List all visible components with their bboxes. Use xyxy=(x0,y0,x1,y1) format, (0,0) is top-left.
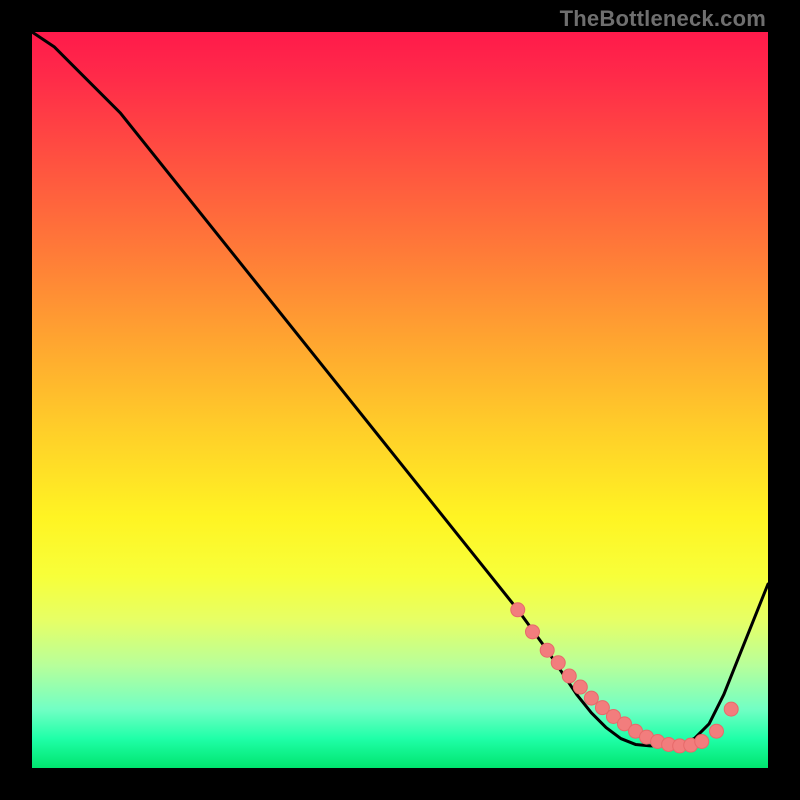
highlight-marker xyxy=(709,724,723,738)
plot-area xyxy=(32,32,768,768)
curve-layer xyxy=(32,32,768,768)
highlight-marker xyxy=(540,643,554,657)
highlight-marker xyxy=(573,680,587,694)
highlight-marker xyxy=(724,702,738,716)
watermark-label: TheBottleneck.com xyxy=(560,6,766,32)
highlight-marker xyxy=(511,603,525,617)
highlight-marker xyxy=(695,735,709,749)
highlight-marker xyxy=(584,691,598,705)
highlight-marker xyxy=(562,669,576,683)
bottleneck-curve-path xyxy=(32,32,768,746)
highlight-marker xyxy=(525,625,539,639)
bottleneck-curve xyxy=(32,32,768,746)
chart-frame: TheBottleneck.com xyxy=(0,0,800,800)
highlight-marker xyxy=(551,656,565,670)
